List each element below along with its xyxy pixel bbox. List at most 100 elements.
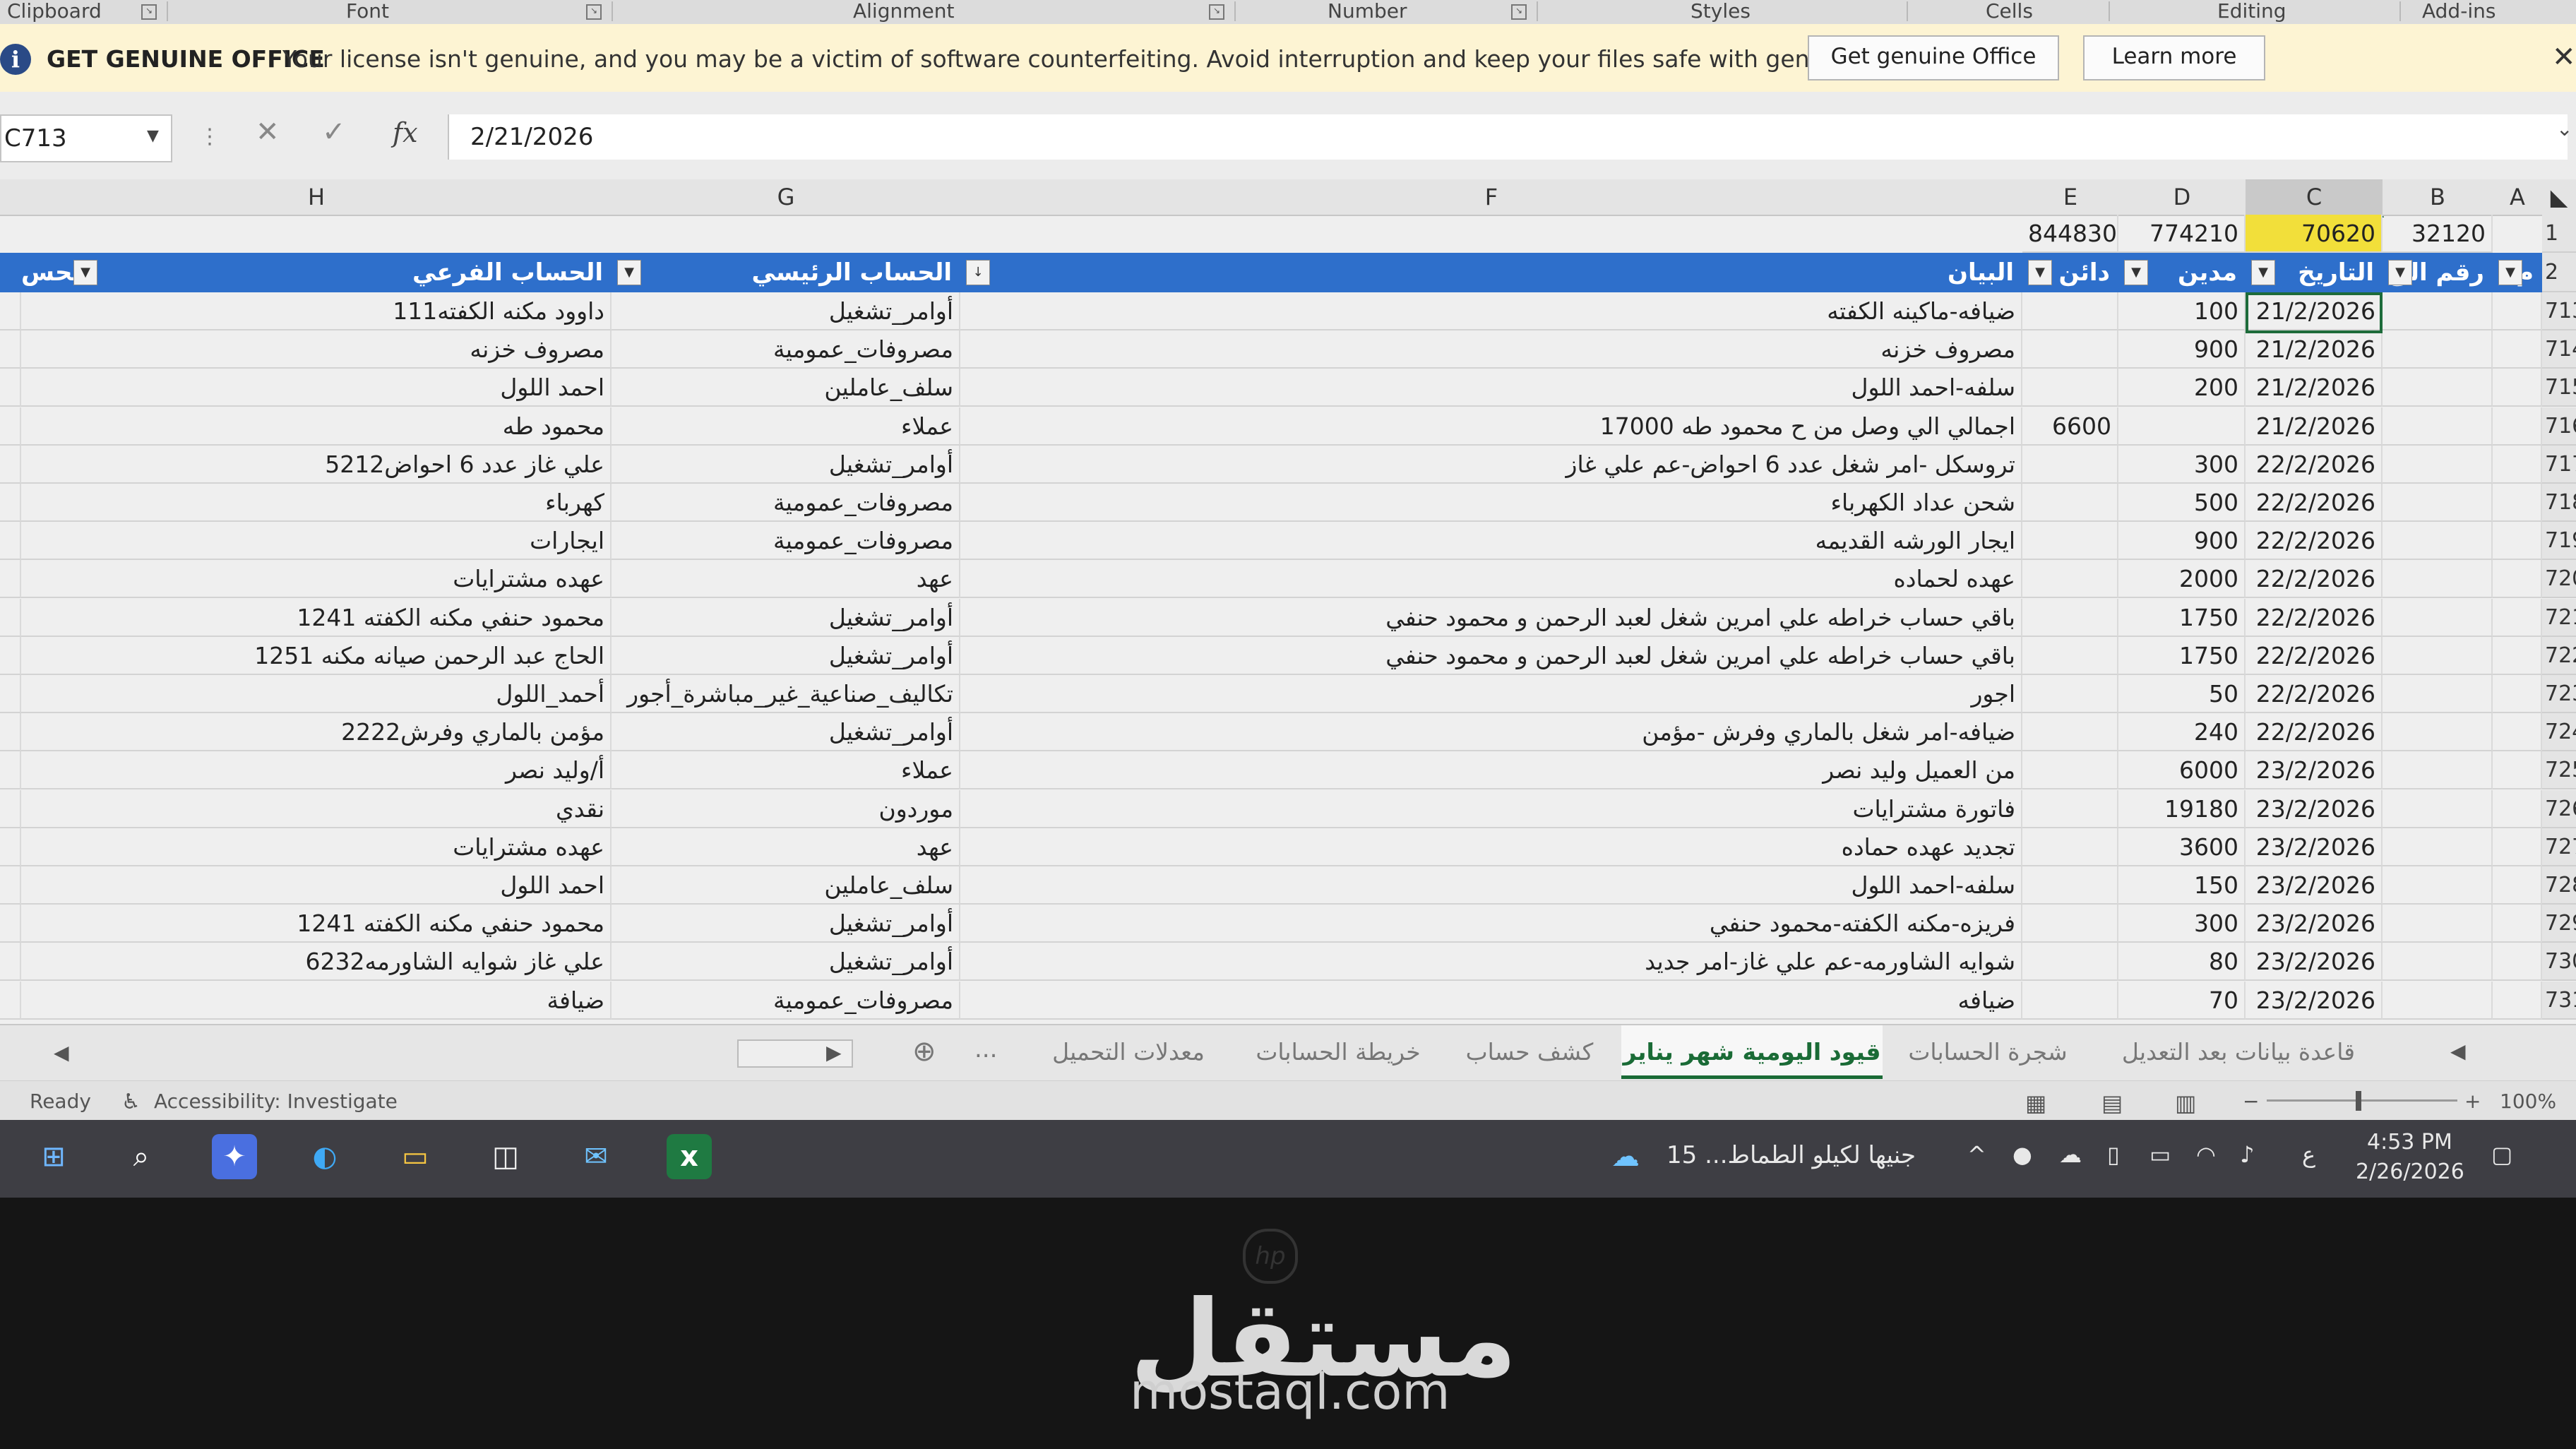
table-cell-a[interactable] bbox=[2493, 713, 2542, 751]
chrome-tray-icon[interactable]: ● bbox=[2012, 1141, 2032, 1168]
get-genuine-office-button[interactable]: Get genuine Office bbox=[1808, 35, 2059, 80]
row-header[interactable]: 728 bbox=[2542, 866, 2576, 905]
table-cell-c[interactable]: 23/2/2026 bbox=[2246, 943, 2383, 981]
table-cell-d[interactable]: 3600 bbox=[2118, 828, 2246, 866]
search-icon[interactable]: ⌕ bbox=[119, 1134, 164, 1179]
table-cell-g[interactable]: تكاليف_صناعية_غير_مباشرة_أجور bbox=[612, 675, 960, 713]
table-cell-c[interactable]: 21/2/2026 bbox=[2246, 330, 2383, 369]
table-cell-d[interactable]: 240 bbox=[2118, 713, 2246, 751]
row-header[interactable]: 731 bbox=[2542, 982, 2576, 1020]
row-header[interactable]: 723 bbox=[2542, 675, 2576, 713]
dialog-launcher-icon[interactable]: ↘ bbox=[1511, 4, 1527, 20]
table-cell-g[interactable]: أوامر_تشغيل bbox=[612, 713, 960, 751]
table-cell-h[interactable]: ضيافة bbox=[21, 982, 612, 1020]
table-cell-h[interactable]: أ/وليد نصر bbox=[21, 751, 612, 789]
table-cell-a[interactable] bbox=[2493, 637, 2542, 675]
news-widget-icon[interactable]: ☁ bbox=[1603, 1134, 1648, 1179]
table-cell-c[interactable]: 23/2/2026 bbox=[2246, 905, 2383, 943]
row-header[interactable]: 722 bbox=[2542, 637, 2576, 675]
column-header-i[interactable] bbox=[0, 179, 23, 216]
table-cell-a[interactable] bbox=[2493, 751, 2542, 789]
copilot-icon[interactable]: ✦ bbox=[212, 1134, 257, 1179]
table-cell[interactable] bbox=[0, 751, 21, 789]
accessibility-icon[interactable]: ♿ bbox=[121, 1090, 141, 1114]
table-cell-a[interactable] bbox=[2493, 790, 2542, 828]
table-cell-d[interactable]: 80 bbox=[2118, 943, 2246, 981]
table-cell-b[interactable] bbox=[2383, 560, 2493, 598]
close-icon[interactable]: ✕ bbox=[2552, 41, 2576, 73]
table-cell[interactable] bbox=[0, 330, 21, 369]
table-cell-b[interactable] bbox=[2383, 675, 2493, 713]
page-break-icon[interactable]: ▥ bbox=[2175, 1090, 2196, 1116]
zoom-in-icon[interactable]: + bbox=[2464, 1090, 2481, 1113]
table-cell-h[interactable]: مؤمن بالماري وفرش2222 bbox=[21, 713, 612, 751]
chevron-down-icon[interactable]: ▼ bbox=[147, 127, 159, 145]
scroll-left-icon[interactable]: ◀ bbox=[54, 1041, 69, 1064]
insert-function-icon[interactable]: fx bbox=[393, 117, 418, 148]
table-cell[interactable] bbox=[0, 560, 21, 598]
filter-dropdown-icon[interactable]: ▼ bbox=[2251, 260, 2275, 285]
expand-formula-bar-icon[interactable]: ⌄ bbox=[2556, 117, 2572, 141]
table-cell-h[interactable]: كهرباء bbox=[21, 484, 612, 522]
mail-icon[interactable]: ✉ bbox=[573, 1134, 619, 1179]
table-cell-d[interactable]: 900 bbox=[2118, 330, 2246, 369]
enter-check-icon[interactable]: ✓ bbox=[322, 116, 346, 148]
microsoft-store-icon[interactable]: ◫ bbox=[483, 1134, 528, 1179]
table-cell[interactable] bbox=[0, 599, 21, 637]
table-cell-g[interactable]: عملاء bbox=[612, 751, 960, 789]
table-cell-h[interactable]: علي غاز شوايه الشاورمه6232 bbox=[21, 943, 612, 981]
table-cell-c[interactable]: 23/2/2026 bbox=[2246, 828, 2383, 866]
table-cell-c[interactable]: 22/2/2026 bbox=[2246, 637, 2383, 675]
total-credit-cell[interactable]: 844830 bbox=[2022, 215, 2118, 253]
table-cell-b[interactable] bbox=[2383, 407, 2493, 446]
table-cell-e[interactable] bbox=[2022, 713, 2118, 751]
row-header[interactable]: 727 bbox=[2542, 828, 2576, 866]
row-header[interactable]: 726 bbox=[2542, 790, 2576, 828]
clock-time[interactable]: 4:53 PM bbox=[2367, 1130, 2452, 1155]
table-cell-f[interactable]: باقي حساب خراطه علي امرين شغل لعبد الرحم… bbox=[960, 637, 2022, 675]
row-header[interactable]: 730 bbox=[2542, 943, 2576, 981]
row-header[interactable]: 719 bbox=[2542, 522, 2576, 560]
table-cell-a[interactable] bbox=[2493, 484, 2542, 522]
table-cell-d[interactable]: 150 bbox=[2118, 866, 2246, 905]
start-windows-icon[interactable]: ⊞ bbox=[31, 1134, 76, 1179]
table-cell-g[interactable]: أوامر_تشغيل bbox=[612, 637, 960, 675]
table-cell-b[interactable] bbox=[2383, 522, 2493, 560]
table-cell-f[interactable]: ضيافه-ماكينه الكفته bbox=[960, 292, 2022, 330]
dialog-launcher-icon[interactable]: ↘ bbox=[1209, 4, 1224, 20]
table-cell-c[interactable]: 22/2/2026 bbox=[2246, 599, 2383, 637]
table-cell-e[interactable] bbox=[2022, 599, 2118, 637]
table-cell[interactable] bbox=[0, 828, 21, 866]
table-cell-d[interactable]: 300 bbox=[2118, 446, 2246, 484]
table-cell[interactable] bbox=[0, 713, 21, 751]
select-all-corner[interactable]: ◣ bbox=[2542, 179, 2576, 216]
table-cell-b[interactable] bbox=[2383, 943, 2493, 981]
table-cell-e[interactable] bbox=[2022, 446, 2118, 484]
table-cell-b[interactable] bbox=[2383, 905, 2493, 943]
table-cell-f[interactable]: سلفه-احمد اللول bbox=[960, 866, 2022, 905]
table-cell[interactable] bbox=[0, 484, 21, 522]
table-cell-h[interactable]: محمود حنفي مكنه الكفته 1241 bbox=[21, 905, 612, 943]
table-cell-f[interactable]: ضيافه-امر شغل بالماري وفرش -مؤمن bbox=[960, 713, 2022, 751]
table-cell-a[interactable] bbox=[2493, 599, 2542, 637]
table-cell-b[interactable] bbox=[2383, 751, 2493, 789]
table-cell-b[interactable] bbox=[2383, 446, 2493, 484]
zoom-slider[interactable] bbox=[2267, 1099, 2457, 1102]
prev-sheet-icon[interactable]: ◀ bbox=[2450, 1039, 2466, 1063]
table-cell-f[interactable]: سلفه-احمد اللول bbox=[960, 369, 2022, 407]
name-box[interactable]: C713 ▼ bbox=[0, 114, 172, 162]
column-header-e[interactable]: E bbox=[2022, 179, 2120, 216]
row-header[interactable]: 2 bbox=[2542, 253, 2576, 292]
table-cell-h[interactable]: علي غاز عدد 6 احواض5212 bbox=[21, 446, 612, 484]
table-cell-c[interactable]: 23/2/2026 bbox=[2246, 866, 2383, 905]
table-cell[interactable] bbox=[0, 446, 21, 484]
table-cell[interactable] bbox=[0, 369, 21, 407]
table-cell-h[interactable]: مصروف خزنه bbox=[21, 330, 612, 369]
table-cell-a[interactable] bbox=[2493, 828, 2542, 866]
table-cell[interactable] bbox=[0, 982, 21, 1020]
column-header-c[interactable]: C bbox=[2246, 179, 2384, 217]
row-header[interactable]: 729 bbox=[2542, 905, 2576, 943]
total-b-cell[interactable]: 32120 bbox=[2383, 215, 2493, 253]
table-cell-d[interactable]: 500 bbox=[2118, 484, 2246, 522]
edge-browser-icon[interactable]: ◐ bbox=[302, 1134, 347, 1179]
